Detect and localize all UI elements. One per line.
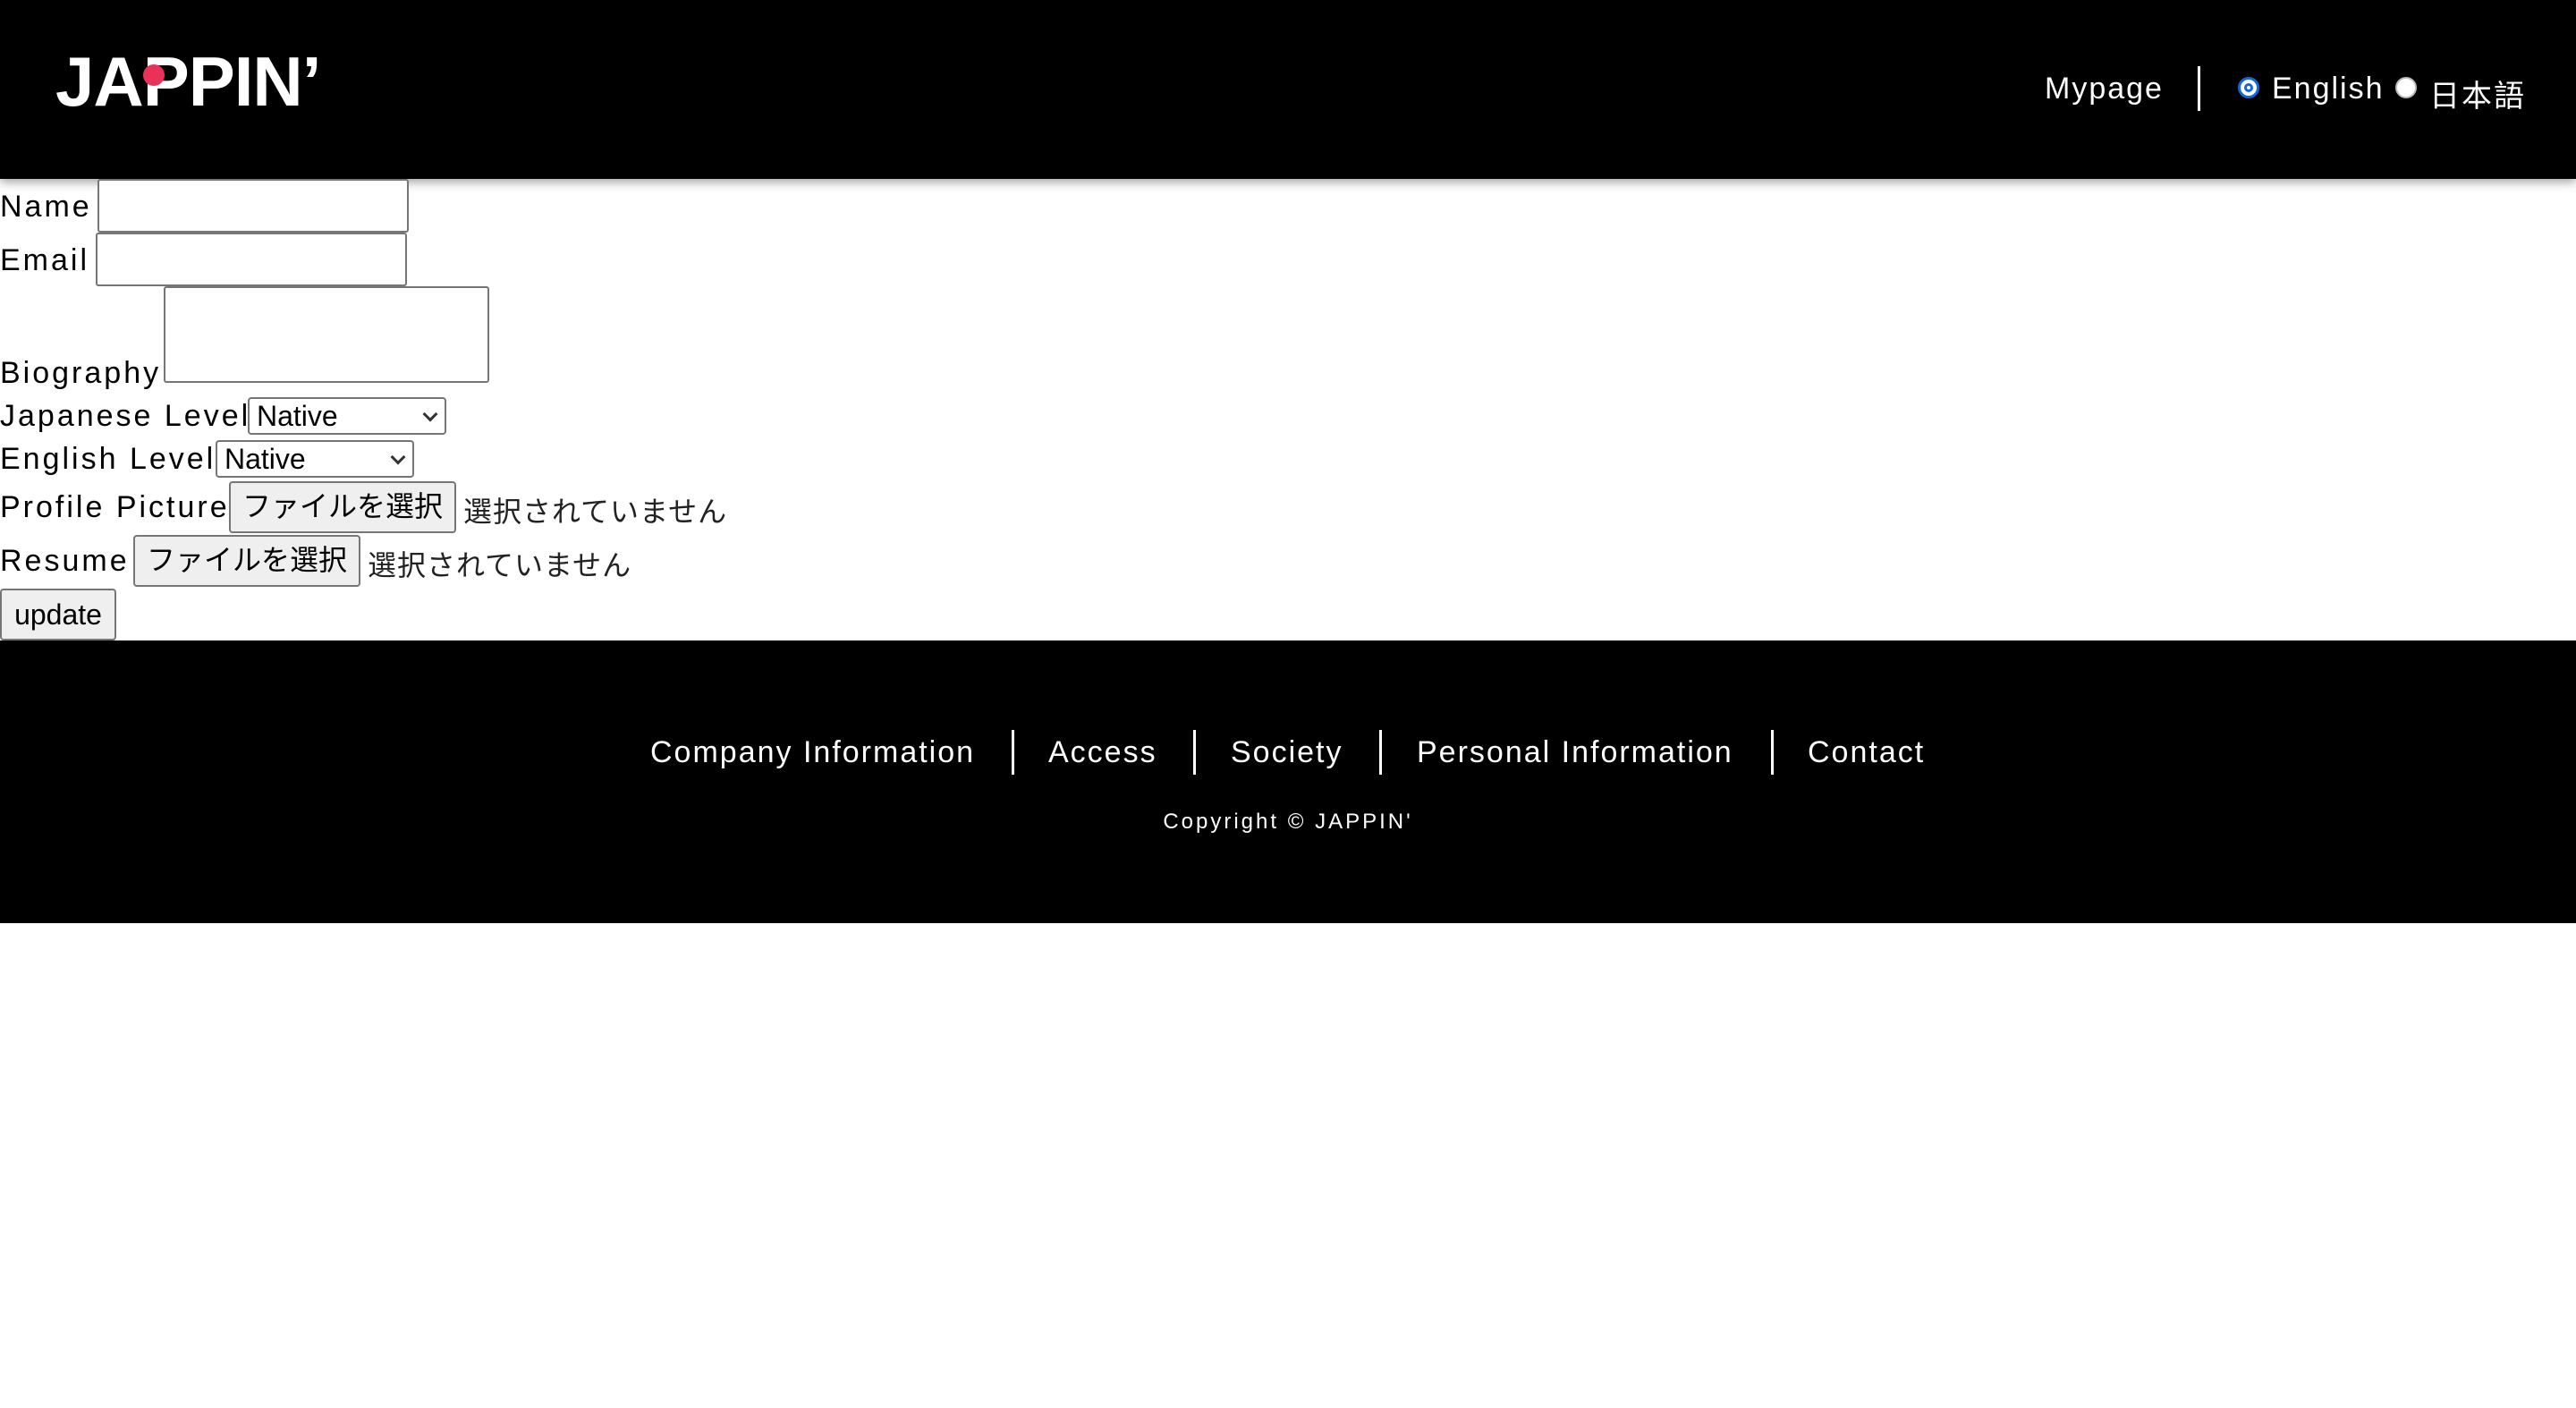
chevron-down-icon: [390, 449, 406, 465]
footer-link-personal-information[interactable]: Personal Information: [1417, 735, 1733, 770]
email-input[interactable]: [96, 233, 407, 286]
site-header: JAPPIN’ Mypage English 日本語: [0, 0, 2576, 179]
english-level-label: English Level: [0, 442, 216, 476]
name-label: Name: [0, 190, 92, 224]
profile-picture-status: 選択されていません: [463, 496, 728, 528]
japanese-level-label: Japanese Level: [0, 399, 251, 433]
footer-divider: [1379, 730, 1382, 775]
english-level-value: Native: [225, 443, 306, 475]
footer-divider: [1771, 730, 1774, 775]
resume-label: Resume: [0, 544, 130, 578]
resume-file-button[interactable]: ファイルを選択: [133, 535, 360, 587]
name-input[interactable]: [97, 179, 409, 233]
english-level-select[interactable]: Native: [216, 440, 414, 478]
header-divider: [2198, 66, 2200, 111]
language-label-japanese[interactable]: 日本語: [2429, 72, 2526, 115]
copyright-text: Copyright © JAPPIN': [1163, 810, 1413, 834]
logo[interactable]: JAPPIN’: [55, 47, 321, 116]
language-radio-japanese[interactable]: [2395, 77, 2417, 98]
language-label-english[interactable]: English: [2272, 72, 2385, 106]
biography-label: Biography: [0, 356, 162, 390]
profile-picture-file-button[interactable]: ファイルを選択: [229, 481, 456, 533]
update-button[interactable]: update: [0, 589, 116, 640]
biography-textarea[interactable]: [164, 286, 489, 383]
profile-picture-label: Profile Picture: [0, 490, 230, 524]
mypage-link[interactable]: Mypage: [2045, 72, 2164, 106]
japanese-level-select[interactable]: Native: [248, 397, 446, 435]
resume-status: 選択されていません: [368, 549, 632, 581]
logo-accent-icon: [143, 64, 165, 86]
footer-link-society[interactable]: Society: [1231, 735, 1343, 770]
footer-link-contact[interactable]: Contact: [1808, 735, 1925, 770]
footer-link-access[interactable]: Access: [1048, 735, 1157, 770]
language-radio-english[interactable]: [2238, 77, 2259, 98]
chevron-down-icon: [422, 406, 438, 422]
footer-link-company-information[interactable]: Company Information: [650, 735, 975, 770]
site-footer: [0, 640, 2576, 923]
japanese-level-value: Native: [257, 400, 338, 432]
footer-divider: [1012, 730, 1014, 775]
footer-divider: [1193, 730, 1196, 775]
email-label: Email: [0, 243, 90, 277]
